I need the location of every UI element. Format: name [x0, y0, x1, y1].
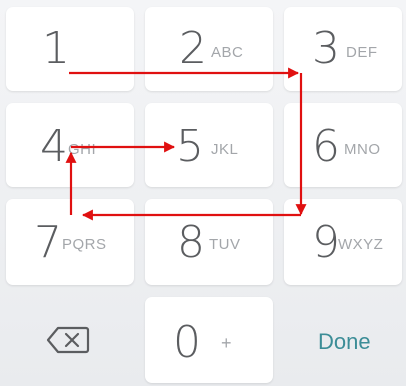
key-letters: GHI [68, 141, 97, 158]
key-letters: ABC [211, 44, 244, 61]
backspace-button[interactable] [6, 297, 134, 383]
key-digit: 9 [312, 217, 340, 268]
key-6[interactable]: 6 MNO [284, 103, 402, 187]
key-5[interactable]: 5 JKL [145, 103, 273, 187]
key-letters: + [221, 333, 233, 353]
key-3[interactable]: 3 DEF [284, 7, 402, 91]
key-digit: 1 [42, 23, 70, 74]
key-letters: PQRS [62, 236, 107, 253]
done-button[interactable]: Done [284, 297, 402, 383]
key-digit: 6 [312, 121, 340, 172]
key-letters: WXYZ [338, 236, 384, 253]
key-digit: 3 [312, 23, 340, 74]
key-digit: 8 [177, 217, 205, 268]
key-7[interactable]: 7 PQRS [6, 199, 134, 285]
key-0[interactable]: 0 + [145, 297, 273, 383]
key-letters: JKL [211, 141, 239, 158]
key-1[interactable]: 1 [6, 7, 134, 91]
key-digit: 4 [40, 121, 68, 172]
key-digit: 0 [173, 317, 201, 368]
key-9[interactable]: 9 WXYZ [284, 199, 402, 285]
key-digit: 2 [179, 23, 207, 74]
key-digit: 5 [176, 121, 204, 172]
numeric-keypad: 1 2 ABC 3 DEF 4 GHI 5 JKL 6 MNO 7 PQRS 8… [0, 0, 406, 386]
key-digit: 7 [34, 217, 62, 268]
backspace-icon [46, 326, 90, 354]
key-4[interactable]: 4 GHI [6, 103, 134, 187]
key-letters: TUV [209, 236, 241, 253]
done-label: Done [318, 329, 371, 354]
key-letters: MNO [344, 141, 381, 158]
key-letters: DEF [346, 44, 378, 61]
key-8[interactable]: 8 TUV [145, 199, 273, 285]
key-2[interactable]: 2 ABC [145, 7, 273, 91]
